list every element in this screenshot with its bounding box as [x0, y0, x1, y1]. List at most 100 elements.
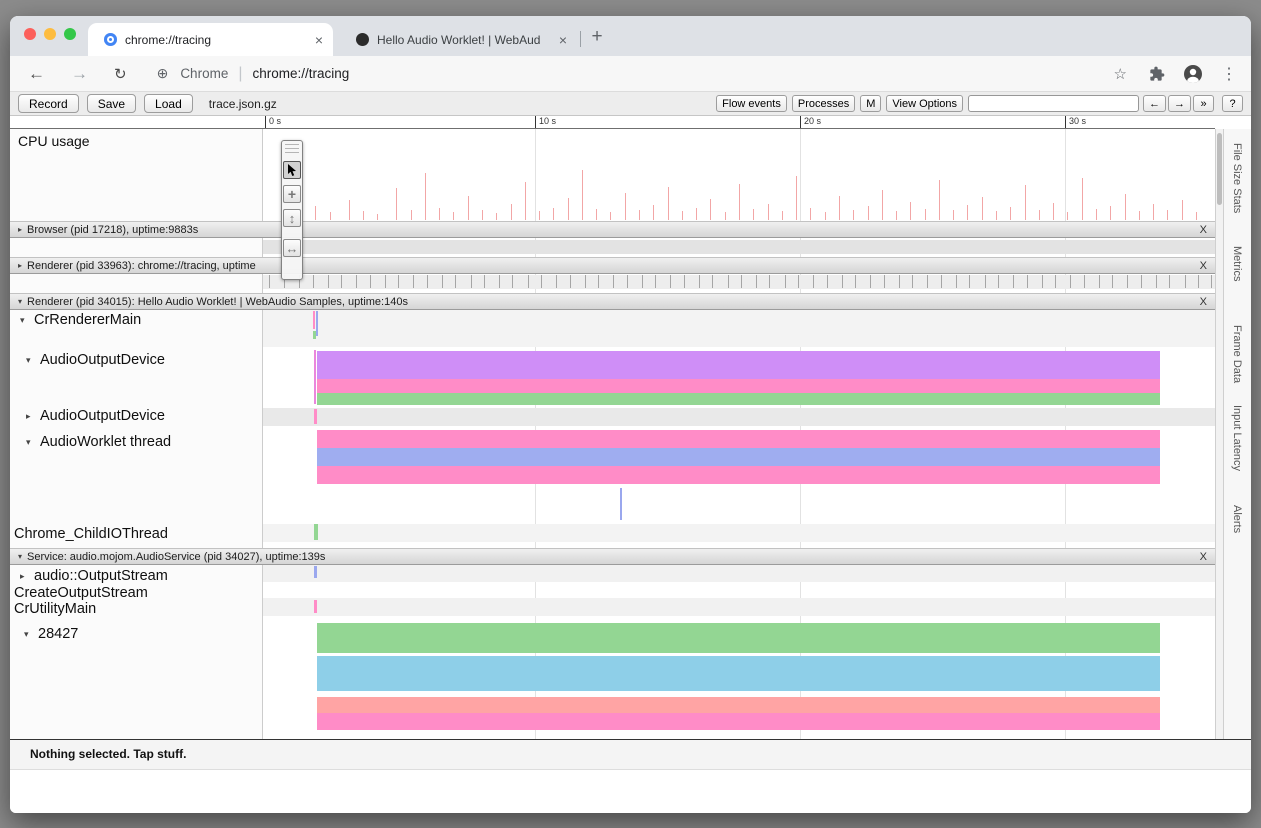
- pan-tool-button[interactable]: +: [283, 185, 301, 203]
- row-stripe: [263, 408, 1215, 426]
- traffic-light-close[interactable]: [24, 28, 36, 40]
- audio-output-device-slices[interactable]: [317, 351, 1160, 405]
- tab-favicon-webaudio: [356, 33, 369, 46]
- tab-close-icon[interactable]: ×: [315, 32, 323, 48]
- ruler-tick: [1065, 116, 1066, 128]
- close-process-button[interactable]: X: [1200, 551, 1207, 563]
- back-icon[interactable]: ←: [28, 64, 45, 84]
- renderer-tick-layer: [263, 275, 1215, 289]
- analysis-panel: [10, 770, 1251, 813]
- thread-label: CrUtilityMain: [14, 601, 96, 617]
- find-prev-button[interactable]: ←: [1143, 95, 1166, 112]
- bookmark-star-icon[interactable]: ☆: [1114, 65, 1127, 83]
- cpu-usage-label: CPU usage: [18, 132, 90, 150]
- tab-metrics[interactable]: Metrics: [1231, 246, 1243, 281]
- menu-dots-icon[interactable]: ⋮: [1221, 64, 1237, 84]
- audio-worklet-slices[interactable]: [317, 430, 1160, 484]
- twisty-icon[interactable]: ▾: [26, 355, 40, 366]
- audio-service-28427-slices[interactable]: [317, 623, 1160, 730]
- trace-filename: trace.json.gz: [209, 97, 277, 111]
- url-text[interactable]: chrome://tracing: [252, 66, 349, 81]
- thread-row-cr-renderer-main[interactable]: ▾ CrRendererMain: [20, 311, 141, 329]
- twisty-icon[interactable]: ▾: [18, 552, 22, 561]
- thread-row-audio-worklet[interactable]: ▾ AudioWorklet thread: [26, 433, 171, 451]
- twisty-icon[interactable]: ▸: [18, 261, 22, 270]
- vertical-scrollbar[interactable]: [1215, 129, 1224, 739]
- twisty-icon[interactable]: ▸: [26, 411, 40, 422]
- process-header-renderer-tracing[interactable]: ▸ Renderer (pid 33963): chrome://tracing…: [10, 257, 1215, 274]
- ruler-tick-label: 10 s: [539, 116, 556, 126]
- find-more-button[interactable]: »: [1193, 95, 1214, 112]
- tab-webaudio-sample[interactable]: Hello Audio Worklet! | WebAud ×: [340, 23, 577, 56]
- close-process-button[interactable]: X: [1200, 224, 1207, 236]
- ruler-tick-label: 20 s: [804, 116, 821, 126]
- tab-title: chrome://tracing: [125, 33, 309, 47]
- extensions-puzzle-icon[interactable]: [1149, 66, 1165, 82]
- process-header-label: Renderer (pid 33963): chrome://tracing, …: [27, 260, 256, 272]
- thread-row-audio-output-device-1[interactable]: ▾ AudioOutputDevice: [26, 351, 165, 369]
- find-input[interactable]: [968, 95, 1139, 112]
- twisty-icon[interactable]: ▸: [18, 225, 22, 234]
- twisty-icon[interactable]: ▾: [20, 315, 34, 326]
- find-next-button[interactable]: →: [1168, 95, 1191, 112]
- process-header-browser[interactable]: ▸ Browser (pid 17218), uptime:9883s X: [10, 221, 1215, 238]
- timeline-tool-palette: + ↕ ↔: [281, 140, 303, 280]
- close-process-button[interactable]: X: [1200, 260, 1207, 272]
- thread-row-audio-output-device-2[interactable]: ▸ AudioOutputDevice: [26, 407, 165, 425]
- palette-grip-handle[interactable]: [285, 144, 299, 155]
- ruler-tick-label: 0 s: [269, 116, 281, 126]
- tab-alerts[interactable]: Alerts: [1231, 505, 1243, 533]
- load-button[interactable]: Load: [144, 94, 193, 113]
- thread-label: audio::OutputStream: [34, 568, 168, 584]
- view-options-button[interactable]: View Options: [886, 95, 963, 112]
- close-process-button[interactable]: X: [1200, 296, 1207, 308]
- tab-frame-data[interactable]: Frame Data: [1231, 325, 1243, 383]
- thread-label: CrRendererMain: [34, 312, 141, 328]
- process-header-renderer-webaudio[interactable]: ▾ Renderer (pid 34015): Hello Audio Work…: [10, 293, 1215, 310]
- page-info-icon[interactable]: ⊕: [157, 65, 169, 82]
- process-header-label: Service: audio.mojom.AudioService (pid 3…: [27, 551, 325, 563]
- status-message: Nothing selected. Tap stuff.: [30, 747, 186, 761]
- record-button[interactable]: Record: [18, 94, 79, 113]
- process-header-label: Browser (pid 17218), uptime:9883s: [27, 224, 198, 236]
- traffic-light-minimize[interactable]: [44, 28, 56, 40]
- metrics-button[interactable]: M: [860, 95, 881, 112]
- timing-tool-button[interactable]: ↔: [283, 239, 301, 257]
- time-ruler: 0 s 10 s 20 s 30 s: [10, 116, 1215, 129]
- tab-file-size-stats[interactable]: File Size Stats: [1231, 143, 1243, 213]
- browser-window: chrome://tracing × Hello Audio Worklet! …: [10, 16, 1251, 813]
- processes-button[interactable]: Processes: [792, 95, 855, 112]
- forward-icon[interactable]: →: [71, 64, 88, 84]
- twisty-icon[interactable]: ▾: [18, 297, 22, 306]
- tab-input-latency[interactable]: Input Latency: [1231, 405, 1243, 471]
- traffic-light-zoom[interactable]: [64, 28, 76, 40]
- twisty-icon[interactable]: ▸: [20, 571, 34, 582]
- help-button[interactable]: ?: [1222, 95, 1243, 112]
- thread-label: AudioOutputDevice: [40, 408, 165, 424]
- site-label: Chrome: [180, 66, 228, 81]
- select-tool-button[interactable]: [283, 161, 301, 179]
- tab-chrome-tracing[interactable]: chrome://tracing ×: [88, 23, 333, 56]
- profile-avatar[interactable]: [1183, 64, 1203, 84]
- reload-icon[interactable]: ↻: [114, 65, 127, 83]
- twisty-icon[interactable]: ▾: [24, 629, 38, 640]
- process-header-audio-service[interactable]: ▾ Service: audio.mojom.AudioService (pid…: [10, 548, 1215, 565]
- thread-row-28427[interactable]: ▾ 28427: [24, 625, 78, 643]
- cpu-spike-layer: [263, 129, 1215, 220]
- row-stripe: [263, 524, 1215, 542]
- twisty-icon[interactable]: ▾: [26, 437, 40, 448]
- row-stripe: [263, 598, 1215, 616]
- scrollbar-thumb[interactable]: [1217, 133, 1222, 205]
- url-divider: |: [238, 65, 242, 83]
- thread-row-audio-output-stream[interactable]: ▸ audio::OutputStream: [20, 567, 168, 585]
- row-stripe: [263, 310, 1215, 347]
- new-tab-button[interactable]: +: [586, 26, 608, 48]
- browser-track-band: [263, 240, 1215, 254]
- save-button[interactable]: Save: [87, 94, 136, 113]
- vertical-zoom-tool-button[interactable]: ↕: [283, 209, 301, 227]
- tab-strip: chrome://tracing × Hello Audio Worklet! …: [10, 16, 1251, 56]
- thread-label: Chrome_ChildIOThread: [14, 526, 168, 542]
- tab-favicon-tracing: [104, 33, 117, 46]
- flow-events-button[interactable]: Flow events: [716, 95, 787, 112]
- tab-close-icon[interactable]: ×: [559, 32, 567, 48]
